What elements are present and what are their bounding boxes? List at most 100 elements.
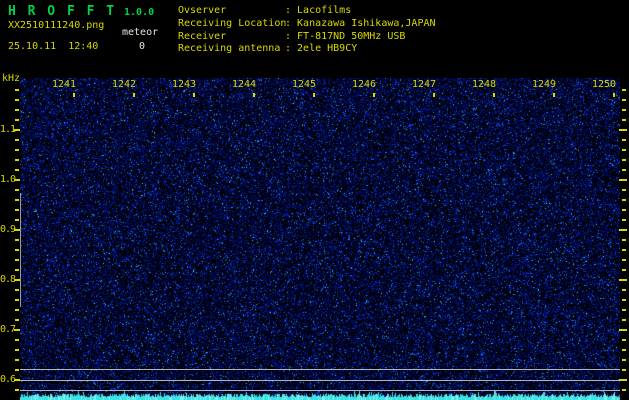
right-minor-tick [622,169,626,171]
y-minor-tick [15,169,19,171]
y-minor-tick [15,89,19,91]
x-minute-tick [253,93,255,97]
x-minute-tick [73,93,75,97]
right-minor-tick [622,199,626,201]
right-minor-tick [622,89,626,91]
right-minor-tick [622,259,626,261]
y-minor-tick [15,189,19,191]
y-minor-tick [15,209,19,211]
y-minor-tick [15,369,19,371]
info-label: Receiving Location [178,18,285,31]
y-minor-tick [15,199,19,201]
y-minor-tick [15,359,19,361]
right-major-tick [619,279,627,281]
right-minor-tick [622,99,626,101]
info-label: Ovserver [178,5,285,18]
right-minor-tick [622,369,626,371]
app-title: H R O F F T [8,4,116,19]
hrofft-window: { "header": { "app_title": "H R O F F T"… [0,0,629,400]
y-minor-tick [15,259,19,261]
right-minor-tick [622,359,626,361]
x-tick-label: 1241 [52,79,76,90]
right-minor-tick [622,219,626,221]
station-info-row: Ovserver: Lacofilms [178,5,436,18]
y-major-tick [14,229,20,231]
reference-line-center [20,380,620,381]
x-tick-label: 1243 [172,79,196,90]
right-minor-tick [622,309,626,311]
right-minor-tick [622,249,626,251]
station-info-row: Receiver: FT-817ND 50MHz USB [178,31,436,44]
y-minor-tick [15,99,19,101]
y-minor-tick [15,159,19,161]
info-value: : Kanazawa Ishikawa,JAPAN [285,18,436,29]
y-minor-tick [15,289,19,291]
left-edge-marker-line [20,193,21,307]
info-label: Receiving antenna [178,43,285,56]
y-minor-tick [15,309,19,311]
y-major-tick [14,329,20,331]
info-value: : Lacofilms [285,5,351,16]
y-axis-unit-label: kHz [2,73,20,84]
x-minute-tick [493,93,495,97]
right-major-tick [619,129,627,131]
x-tick-label: 1249 [532,79,556,90]
meteor-counter-label: meteor [122,27,158,38]
x-tick-label: 1250 [592,79,616,90]
right-major-tick [619,229,627,231]
x-minute-tick [553,93,555,97]
station-info-row: Receiving antenna: 2ele HB9CY [178,43,436,56]
y-tick-label: 0.8 [0,274,14,285]
output-filename: XX2510111240.png [8,20,104,31]
y-tick-label: 0.9 [0,224,14,235]
app-version: 1.0.0 [124,7,154,18]
y-major-tick [14,379,20,381]
y-tick-label: 0.6 [0,374,14,385]
right-major-tick [619,379,627,381]
y-minor-tick [15,139,19,141]
y-minor-tick [15,109,19,111]
right-minor-tick [622,339,626,341]
right-minor-tick [622,289,626,291]
y-tick-label: 1.0 [0,174,14,185]
right-minor-tick [622,119,626,121]
right-minor-tick [622,319,626,321]
y-major-tick [14,179,20,181]
y-minor-tick [15,249,19,251]
x-minute-tick [373,93,375,97]
y-minor-tick [15,319,19,321]
right-major-tick [619,179,627,181]
spectrogram-noise-field [20,78,620,400]
station-info-row: Receiving Location: Kanazawa Ishikawa,JA… [178,18,436,31]
info-value: : 2ele HB9CY [285,43,357,54]
x-tick-label: 1245 [292,79,316,90]
right-minor-tick [622,239,626,241]
right-minor-tick [622,189,626,191]
right-minor-tick [622,109,626,111]
y-minor-tick [15,269,19,271]
y-minor-tick [15,339,19,341]
x-minute-tick [193,93,195,97]
y-major-tick [14,279,20,281]
right-major-tick [619,329,627,331]
y-minor-tick [15,219,19,221]
y-major-tick [14,129,20,131]
info-value: : FT-817ND 50MHz USB [285,31,405,42]
x-minute-tick [133,93,135,97]
x-tick-label: 1246 [352,79,376,90]
y-minor-tick [15,239,19,241]
x-tick-label: 1248 [472,79,496,90]
reference-line-lower [20,390,620,391]
reference-line-upper [20,369,620,370]
x-minute-tick [613,93,615,97]
x-minute-tick [433,93,435,97]
station-info-table: Ovserver: Lacofilms Receiving Location: K… [178,5,436,56]
y-minor-tick [15,149,19,151]
right-minor-tick [622,149,626,151]
right-minor-tick [622,139,626,141]
datetime-stamp: 25.10.11 12:40 [8,41,98,52]
info-label: Receiver [178,31,285,44]
right-minor-tick [622,209,626,211]
y-minor-tick [15,349,19,351]
x-tick-label: 1244 [232,79,256,90]
